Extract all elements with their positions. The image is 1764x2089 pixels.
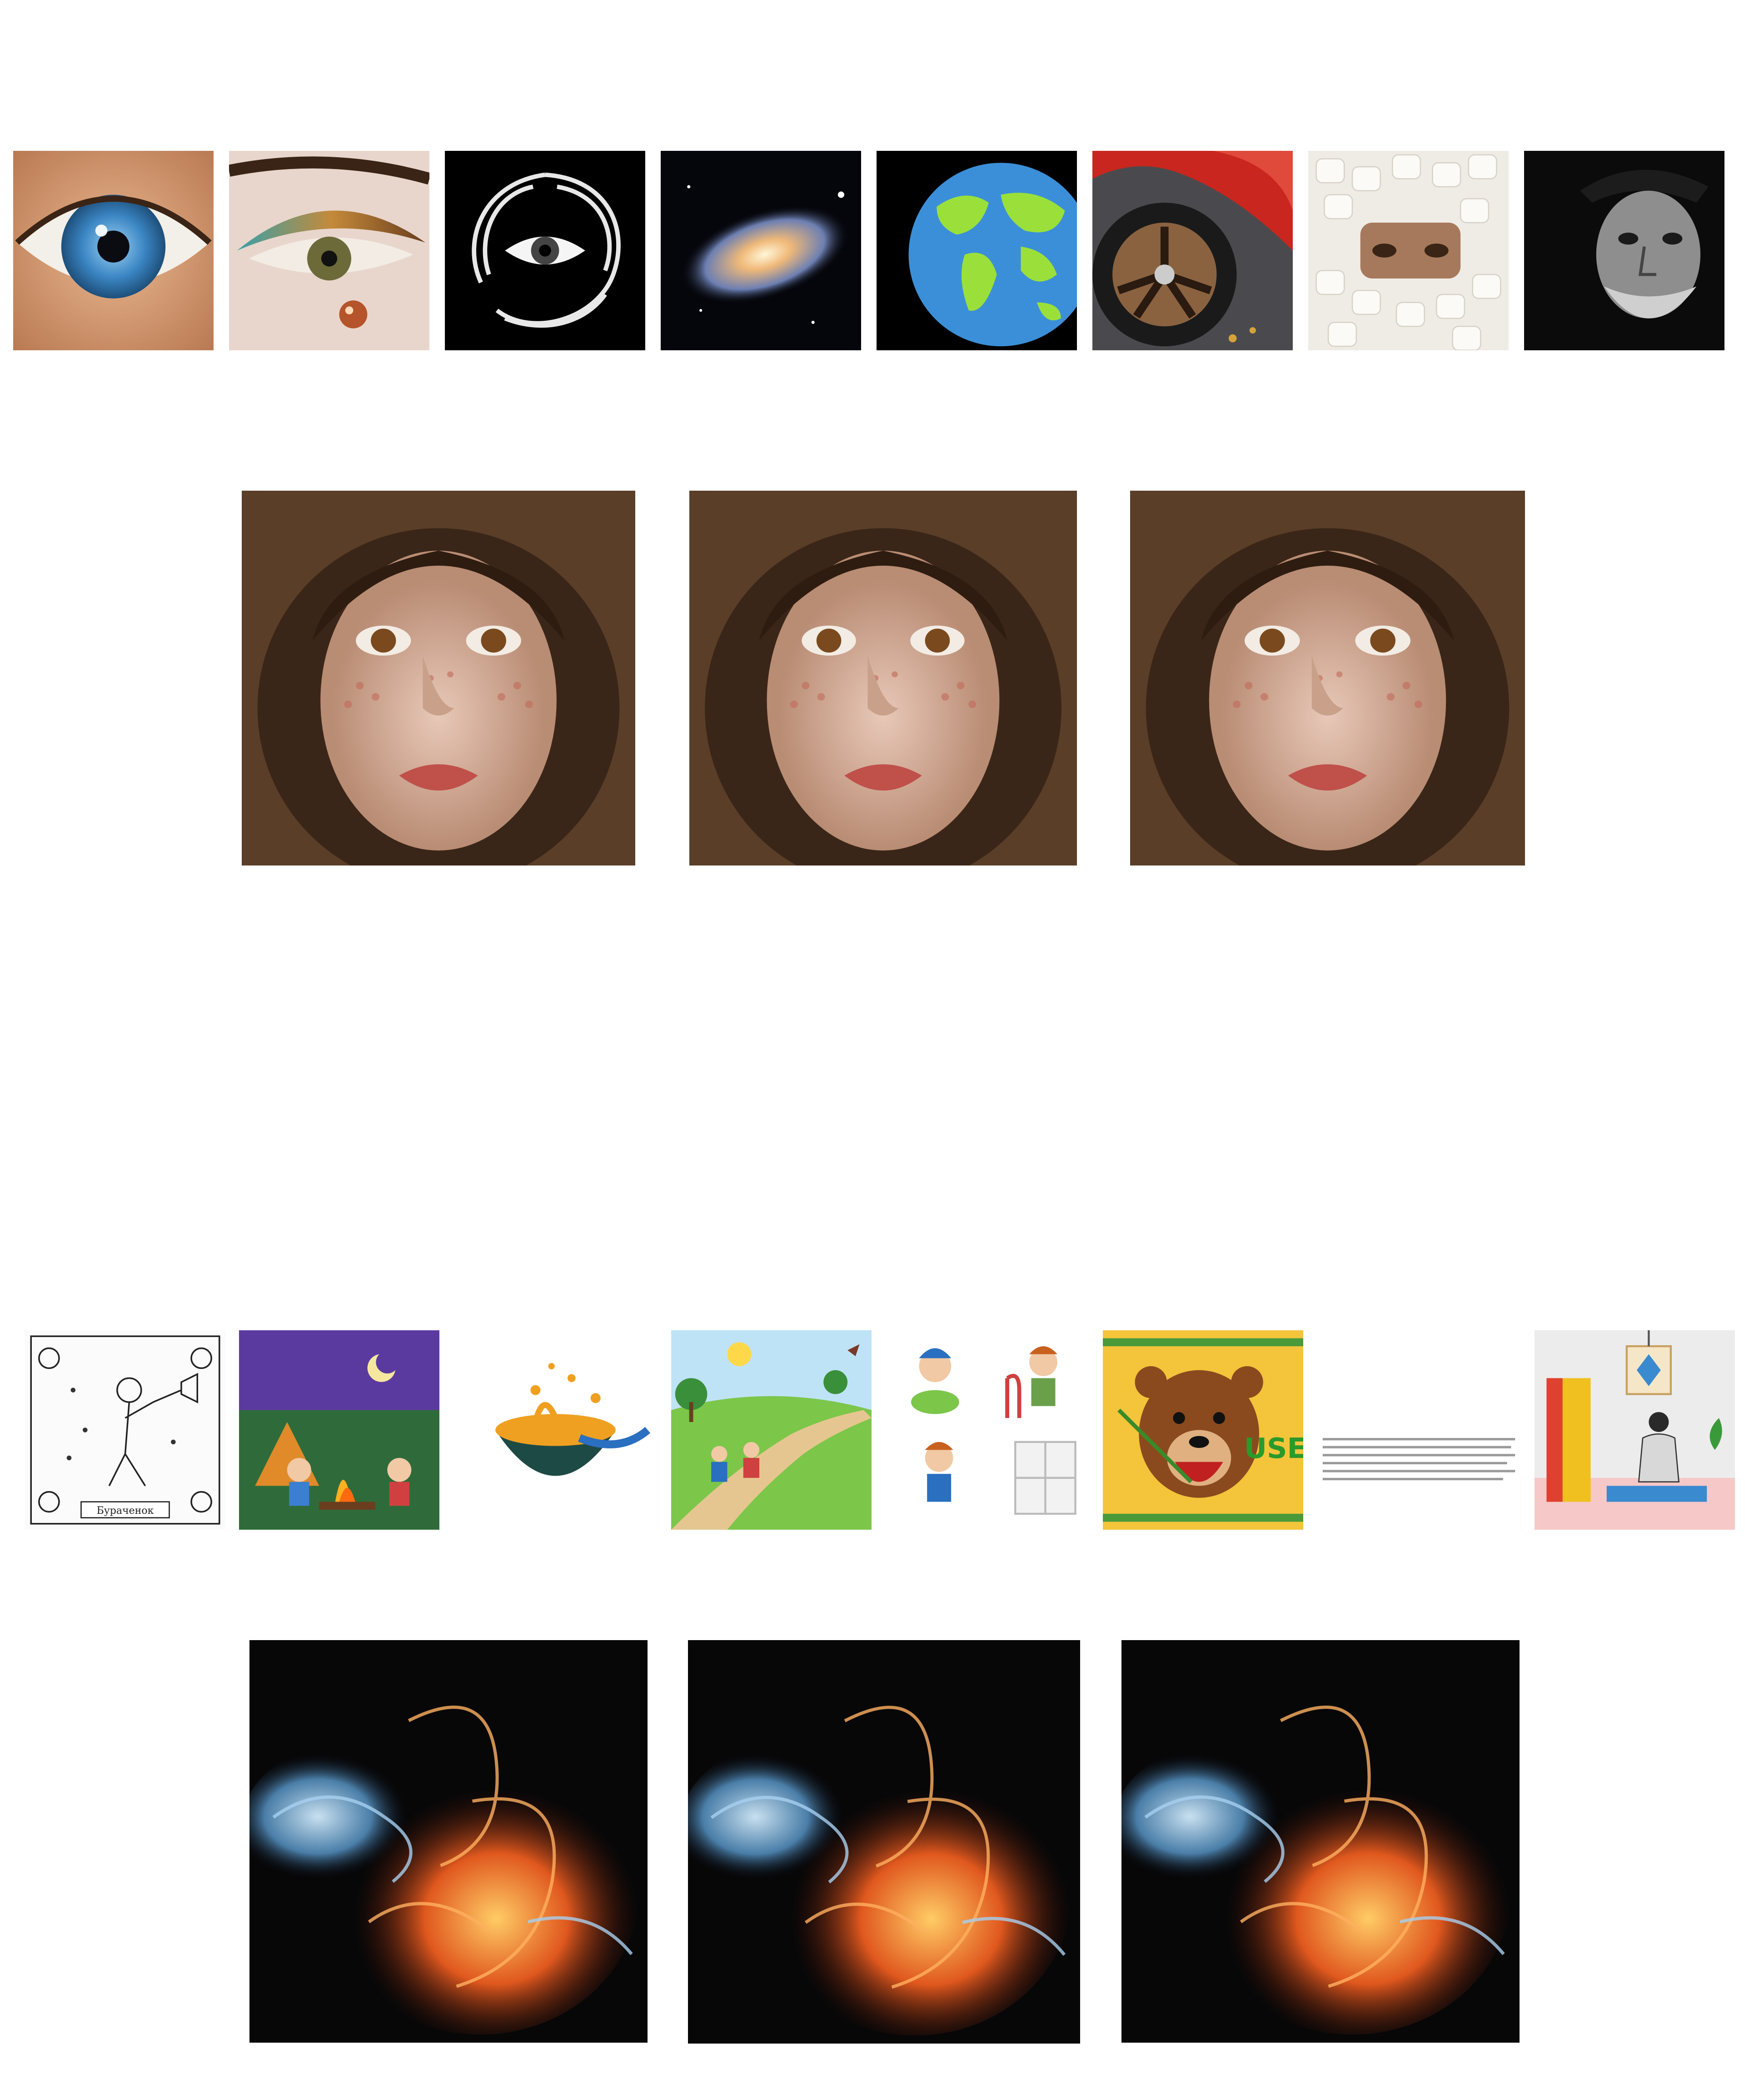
trumpeter-caption: Бураченок: [97, 1505, 154, 1517]
soup-bowl-image: [455, 1330, 656, 1530]
old-man-portrait-image: [1524, 151, 1724, 350]
galaxy-image: [661, 151, 861, 350]
car-wheel-image: [1092, 151, 1293, 350]
freckled-girl-portrait-3: [1130, 491, 1525, 865]
world-globe-image: [877, 151, 1077, 350]
freckled-girl-portrait-2: [689, 491, 1077, 865]
fire-ice-swirl-1: [249, 1640, 648, 2043]
fire-ice-swirl-2: [688, 1640, 1080, 2044]
freckled-girl-portrait-1: [242, 491, 635, 865]
faint-text-strip-image: [1319, 1330, 1519, 1530]
line-art-trumpeter-image: Бураченок: [25, 1330, 225, 1530]
bear-emblem-caption: USE: [1244, 1432, 1303, 1465]
blue-eye-image: [13, 151, 214, 350]
woman-yoga-room-image: [1535, 1330, 1735, 1530]
boy-activities-image: [887, 1330, 1087, 1530]
feather-swirl-eye-image: [445, 151, 645, 350]
bear-emblem-image: USE: [1103, 1330, 1303, 1530]
country-path-children-image: [671, 1330, 872, 1530]
marshmallow-eyes-image: [1308, 151, 1509, 350]
eyeshadow-eye-image: [229, 151, 429, 350]
fire-ice-swirl-3: [1121, 1640, 1520, 2043]
campfire-kids-image: [239, 1330, 439, 1530]
